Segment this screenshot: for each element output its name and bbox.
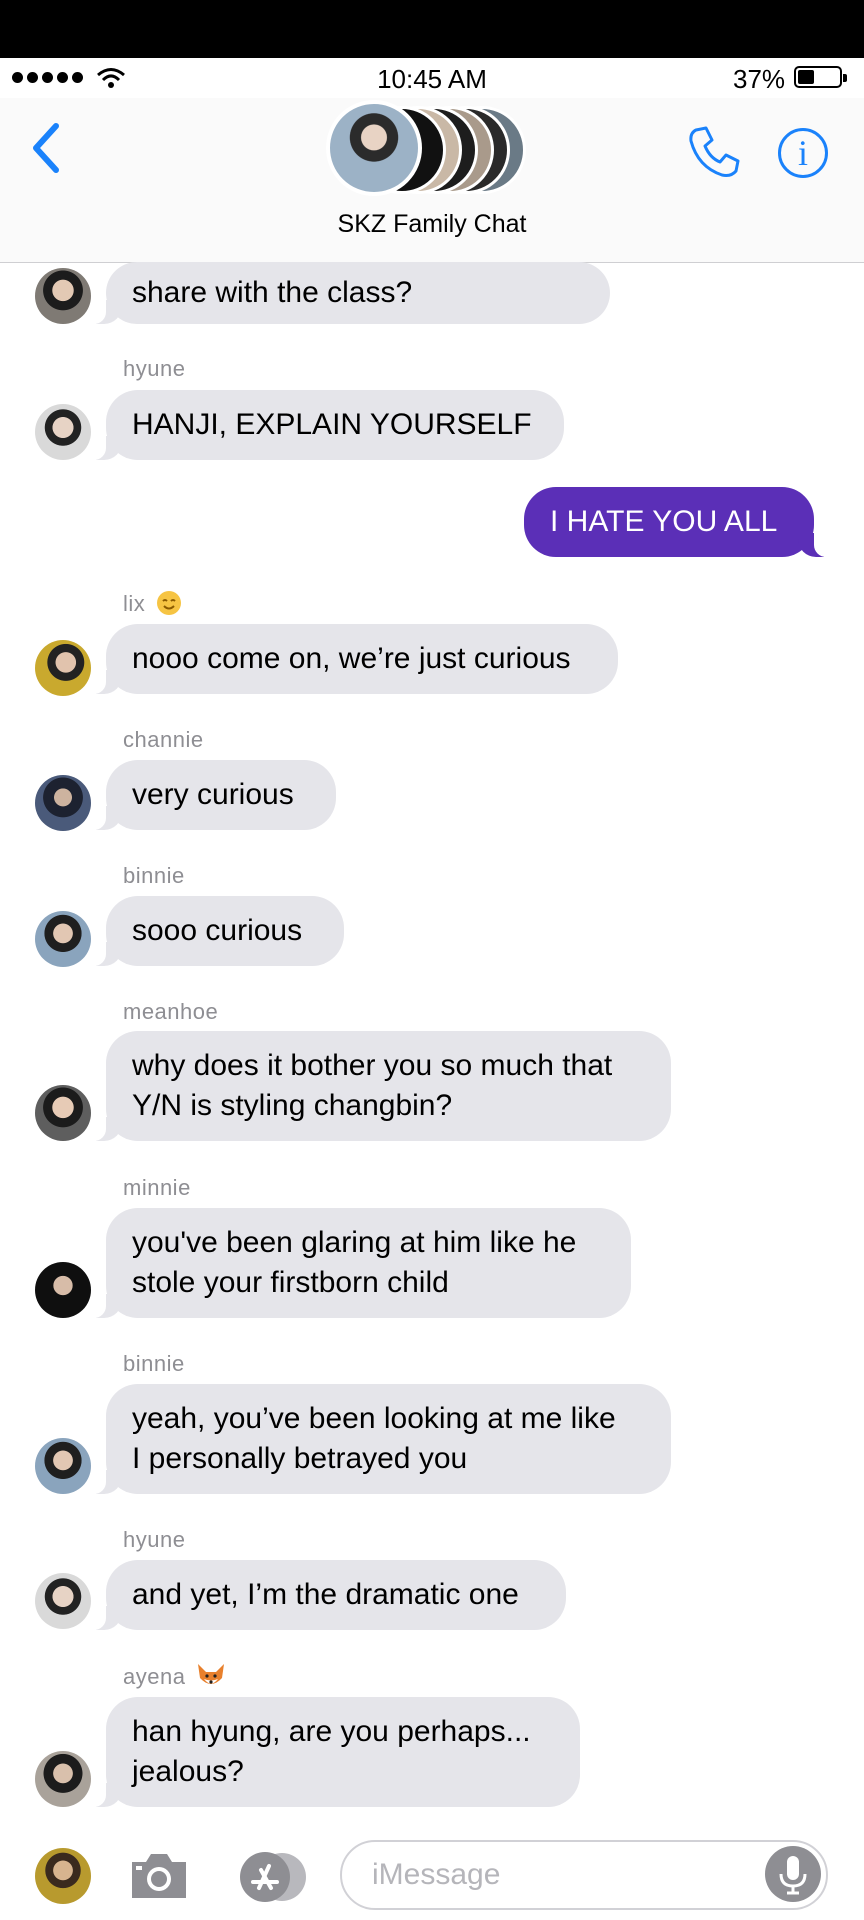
message-text: yeah, you’ve been looking at me like I p… [132, 1402, 616, 1475]
microphone-icon [779, 1856, 807, 1895]
info-icon[interactable]: i [778, 128, 828, 178]
message-bubble[interactable]: han hyung, are you perhaps... jealous? [92, 1697, 580, 1807]
battery-percentage: 37% [733, 64, 786, 94]
message-bubble[interactable]: and yet, I’m the dramatic one [92, 1560, 566, 1630]
sender-name: ayena [123, 1662, 226, 1690]
sender-name-text: lix [123, 591, 146, 616]
message-text: nooo come on, we’re just curious [132, 642, 571, 675]
avatar [35, 1573, 91, 1629]
main-group-avatar [326, 100, 422, 196]
sender-name: binnie [123, 1351, 185, 1376]
message-bubble[interactable]: nooo come on, we’re just curious [92, 624, 618, 694]
status-bar: 10:45 AM 37% [0, 58, 864, 98]
avatar [35, 1438, 91, 1494]
sender-name: lix [123, 590, 182, 617]
camera-icon[interactable] [128, 1850, 190, 1900]
message-bubble[interactable]: share with the class? [92, 262, 610, 324]
message-composer: iMessage [0, 1820, 864, 1920]
avatar [35, 268, 91, 324]
self-avatar[interactable] [35, 1848, 91, 1904]
group-avatar-stack[interactable] [326, 100, 536, 200]
conversation-header: SKZ Family Chat i [0, 98, 864, 263]
avatar [35, 404, 91, 460]
message-bubble[interactable]: why does it bother you so much that Y/N … [92, 1031, 671, 1141]
sender-name: binnie [123, 863, 185, 888]
message-text: and yet, I’m the dramatic one [132, 1578, 519, 1611]
message-bubble[interactable]: sooo curious [92, 896, 344, 966]
chat-title[interactable]: SKZ Family Chat [0, 210, 864, 239]
sender-name: minnie [123, 1175, 191, 1200]
back-chevron-icon[interactable] [26, 120, 66, 176]
message-bubble[interactable]: yeah, you’ve been looking at me like I p… [92, 1384, 671, 1494]
imessage-input[interactable]: iMessage [340, 1840, 828, 1910]
smiling-face-emoji [156, 591, 181, 615]
sender-name: meanhoe [123, 999, 219, 1024]
sender-name: hyune [123, 356, 186, 381]
message-text: why does it bother you so much that Y/N … [132, 1049, 613, 1122]
sender-name: channie [123, 727, 204, 752]
message-text: share with the class? [132, 276, 413, 309]
sender-name: hyune [123, 1527, 186, 1552]
message-text: han hyung, are you perhaps... jealous? [132, 1715, 531, 1788]
phone-icon[interactable] [686, 124, 742, 180]
message-text: very curious [132, 778, 294, 811]
app-store-icon[interactable] [232, 1850, 308, 1904]
avatar [35, 911, 91, 967]
fox-face-emoji [198, 1664, 225, 1684]
battery-icon [794, 66, 847, 88]
message-bubble[interactable]: you've been glaring at him like he stole… [92, 1208, 631, 1318]
message-text: you've been glaring at him like he stole… [132, 1226, 577, 1299]
avatar [35, 640, 91, 696]
message-bubble[interactable]: HANJI, EXPLAIN YOURSELF [92, 390, 564, 460]
top-black-bar [0, 0, 864, 58]
avatar [35, 1262, 91, 1318]
avatar [35, 1085, 91, 1141]
sender-name-text: ayena [123, 1664, 186, 1689]
outgoing-message-bubble[interactable]: I HATE YOU ALL [524, 487, 828, 557]
avatar [35, 775, 91, 831]
message-text: sooo curious [132, 914, 303, 947]
avatar [35, 1751, 91, 1807]
message-bubble[interactable]: very curious [92, 760, 336, 830]
microphone-button[interactable] [765, 1846, 821, 1902]
message-text: I HATE YOU ALL [550, 505, 778, 538]
message-text: HANJI, EXPLAIN YOURSELF [132, 408, 532, 441]
